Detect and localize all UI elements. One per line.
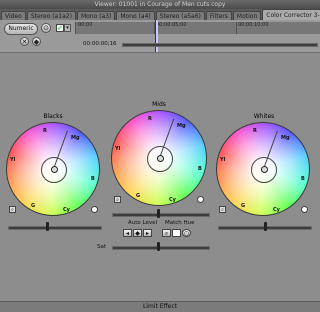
hue-label: B [91,176,95,182]
hue-label: Mg [177,123,186,129]
tab-filters[interactable]: Filters [205,11,232,20]
blacks-label: Blacks [43,113,63,120]
playhead[interactable] [155,20,158,52]
whites-label: Whites [253,113,275,120]
tab-motion[interactable]: Motion [232,11,262,20]
hue-label: Yl [220,157,226,163]
hue-label: Mg [71,135,80,141]
filter-controls-bar: Numeric ⊙ ✓ ▾ ✕ ◆ 00:00 00:00:05;00 00:0… [0,20,320,53]
viewer-window: Viewer: 01001 in Courage of Men cuts cop… [0,0,320,312]
hue-label: G [136,193,141,199]
hue-label: Cy [63,207,70,213]
eyedropper-icon[interactable]: ⌕ [9,206,16,213]
tab-color-corrector[interactable]: Color Corrector 3-way [262,9,320,20]
match-color-swatch[interactable] [172,229,181,237]
blacks-balance-indicator[interactable] [51,166,58,173]
hue-label: R [253,128,257,134]
mids-color-wheel[interactable]: R Mg B Cy G Yl [111,110,207,206]
reset-balance-icon[interactable] [301,206,308,213]
blacks-color-wheel[interactable]: R Mg B Cy G Yl [6,122,100,216]
eyedropper-icon[interactable]: ⌕ [114,196,121,203]
keyframe-track[interactable] [122,43,318,47]
ruler-label: 00:00:10;00 [238,22,269,28]
reset-balance-icon[interactable] [197,196,204,203]
auto-level-label: Auto Level [128,220,158,226]
slider-thumb[interactable] [157,209,160,218]
mids-level-slider[interactable] [112,213,210,217]
auto-contrast-button[interactable]: ◆ [133,229,142,237]
ruler-label: 00:00 [78,22,93,28]
mids-label: Mids [152,101,166,108]
sat-label: Sat [97,244,107,250]
reset-icon[interactable]: ✕ [20,37,29,46]
eyedropper-icon[interactable]: ⌕ [219,206,226,213]
tab-mono-a4[interactable]: Mono (a4) [116,11,155,20]
hue-label: R [148,116,152,122]
hue-label: G [31,203,36,209]
match-hue-eyedropper-icon[interactable]: ⌕ [162,229,171,237]
saturation-slider[interactable] [112,246,210,250]
tab-video[interactable]: Video [1,11,26,20]
window-title: Viewer: 01001 in Courage of Men cuts cop… [0,0,320,9]
tab-bar: Video Stereo (a1a2) Mono (a3) Mono (a4) … [0,9,320,20]
enable-checkbox[interactable]: ✓ [56,24,64,32]
options-dropdown[interactable]: ▾ [64,24,71,32]
slider-thumb[interactable] [264,222,267,231]
hue-label: R [43,128,47,134]
whites-balance-indicator[interactable] [261,166,268,173]
tab-stereo-a5a6[interactable]: Stereo (a5a6) [155,11,205,20]
reset-balance-icon[interactable] [91,206,98,213]
tab-stereo-a1a2[interactable]: Stereo (a1a2) [26,11,76,20]
timecode-display[interactable]: 00:00:00;16 [83,40,119,49]
hue-label: Yl [10,157,16,163]
blacks-level-slider[interactable] [8,226,102,230]
hue-label: G [241,203,246,209]
hue-label: B [198,166,202,172]
numeric-button[interactable]: Numeric [4,23,38,35]
keyframe-ruler[interactable]: 00:00 00:00:05;00 00:00:10;00 [75,22,320,34]
ruler-label: 00:00:05;00 [156,22,187,28]
tab-label: Color Corrector 3-way [266,11,320,19]
tab-mono-a3[interactable]: Mono (a3) [76,11,116,20]
match-hue-label: Match Hue [165,220,195,226]
whites-color-wheel[interactable]: R Mg B Cy G Yl [216,122,310,216]
hue-label: Cy [169,197,176,203]
hue-label: Yl [115,146,121,152]
visual-toggle-button[interactable]: ⊙ [41,23,51,33]
auto-black-button[interactable]: ◂ [123,229,132,237]
hue-label: B [301,176,305,182]
keyframe-icon[interactable]: ◆ [32,37,41,46]
limit-effect-bar[interactable]: Limit Effect [0,301,320,312]
hue-label: Mg [281,135,290,141]
auto-white-button[interactable]: ▸ [143,229,152,237]
slider-thumb[interactable] [157,242,160,251]
match-hue-reset-icon[interactable]: ○ [182,229,191,237]
hue-label: Cy [273,207,280,213]
mids-balance-indicator[interactable] [157,155,164,162]
slider-thumb[interactable] [46,222,49,231]
